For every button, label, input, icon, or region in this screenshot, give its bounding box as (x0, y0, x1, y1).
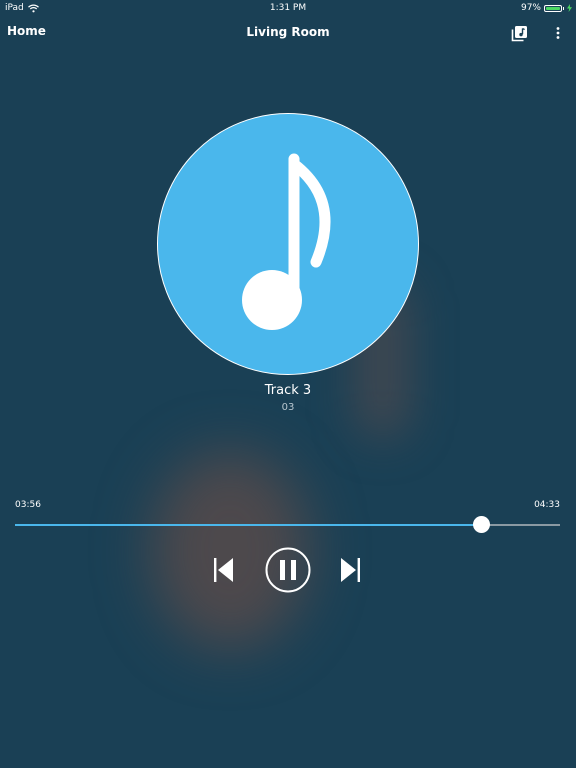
status-right: 97% (521, 0, 572, 16)
music-queue-icon[interactable] (510, 25, 528, 43)
page-title: Living Room (246, 25, 330, 39)
status-bar: iPad 1:31 PM 97% (0, 0, 576, 16)
elapsed-time: 03:56 (15, 500, 41, 510)
skip-next-icon[interactable] (337, 556, 363, 584)
nav-bar: Home Living Room (0, 16, 576, 50)
battery-tip (563, 6, 564, 10)
album-artwork (157, 113, 419, 375)
battery-fill (546, 6, 560, 10)
progress-slider[interactable] (15, 516, 560, 533)
track-subtitle: 03 (281, 402, 295, 413)
track-title: Track 3 (264, 383, 312, 398)
total-time: 04:33 (534, 500, 560, 510)
battery-icon (544, 4, 562, 12)
pause-icon[interactable] (265, 547, 311, 593)
status-time: 1:31 PM (269, 3, 307, 13)
music-note-icon (242, 153, 331, 330)
charging-bolt-icon (567, 4, 572, 12)
more-vertical-icon[interactable] (551, 25, 565, 43)
skip-previous-icon[interactable] (211, 556, 237, 584)
battery-percent: 97% (520, 3, 541, 13)
progress-thumb[interactable] (472, 516, 490, 533)
progress-fill (15, 524, 481, 526)
